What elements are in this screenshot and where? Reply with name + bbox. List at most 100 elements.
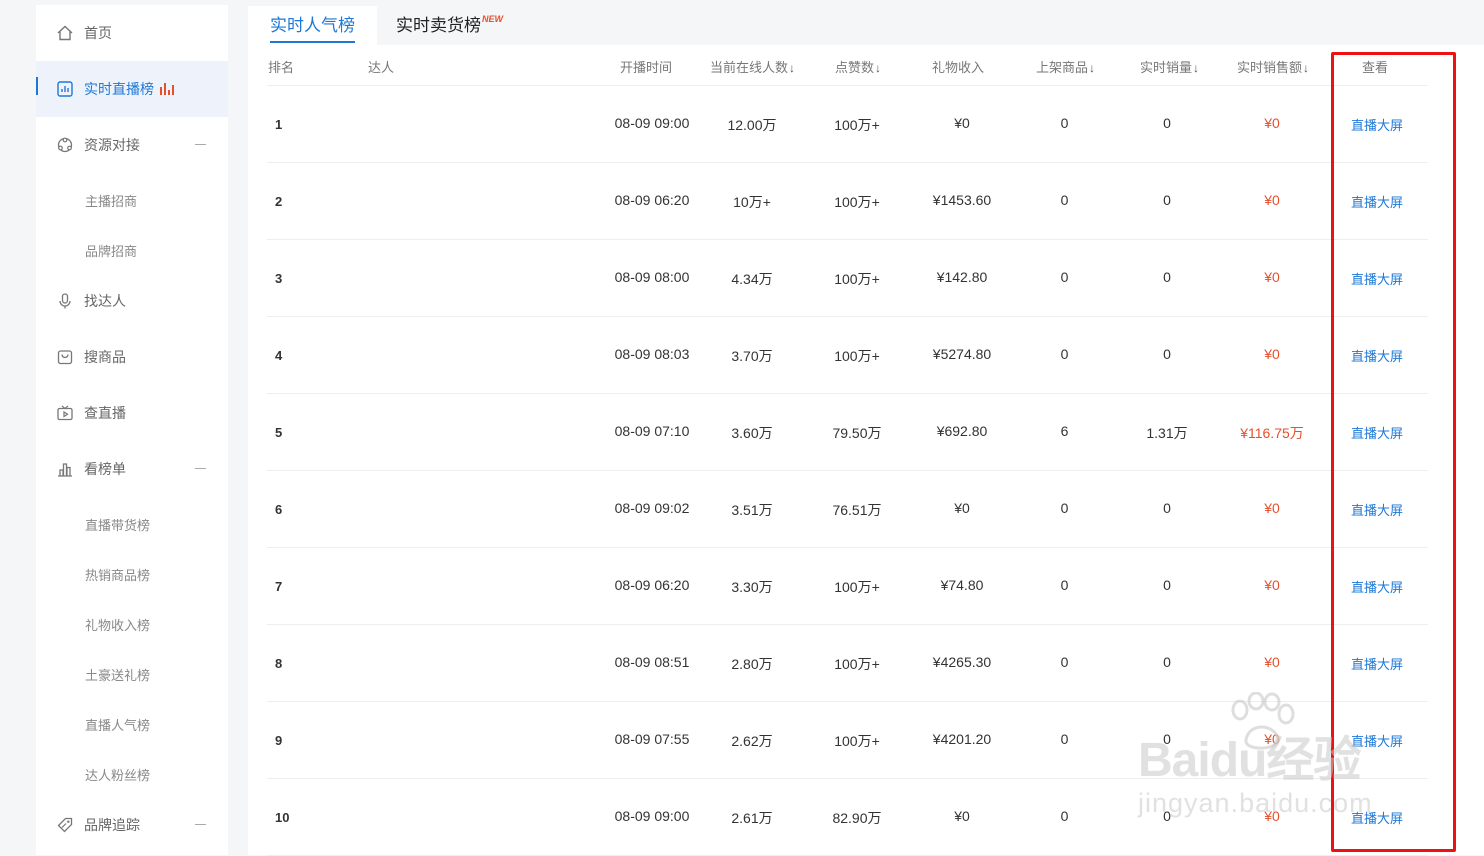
sidebar-subitem[interactable]: 品牌招商: [36, 230, 228, 270]
sidebar-item-brand-track[interactable]: 品牌追踪: [36, 797, 228, 853]
sidebar-item-label: 查直播: [84, 405, 126, 421]
amount-cell: ¥0: [1264, 269, 1280, 285]
amount-cell: ¥0: [1264, 192, 1280, 208]
table-row: 6 08-09 09:02 3.51万 76.51万 ¥0 0 0 ¥0 直播大…: [267, 470, 1428, 548]
gift-cell: ¥4201.20: [932, 731, 992, 747]
collapse-icon[interactable]: [195, 144, 206, 145]
likes-cell: 100万+: [834, 348, 880, 364]
sidebar: 首页 实时直播榜 资源对接 主播招商 品牌招商 找达人 搜商品 查直播 看榜单 …: [36, 5, 228, 855]
likes-cell: 100万+: [834, 117, 880, 133]
sidebar-item-label: 首页: [84, 25, 112, 41]
sales-cell: 0: [1163, 346, 1171, 362]
rank-cell: 7: [275, 579, 283, 594]
time-cell: 08-09 07:55: [614, 731, 690, 747]
sidebar-item-home[interactable]: 首页: [36, 5, 228, 61]
sales-cell: 0: [1163, 654, 1171, 670]
new-badge: NEW: [482, 14, 503, 24]
time-cell: 08-09 09:02: [614, 500, 690, 516]
table-row: 5 08-09 07:10 3.60万 79.50万 ¥692.80 6 1.3…: [267, 393, 1428, 471]
onshelf-cell: 0: [1060, 500, 1069, 516]
likes-cell: 100万+: [834, 194, 880, 210]
sort-down-icon[interactable]: ↓: [1089, 61, 1095, 75]
watermark-title: Baidu经验: [1138, 734, 1361, 787]
rank-cell: 2: [275, 194, 283, 209]
watermark-url: jingyan.baidu.com: [1138, 788, 1373, 818]
sidebar-item-search-goods[interactable]: 搜商品: [36, 329, 228, 385]
likes-cell: 79.50万: [832, 425, 882, 441]
amount-cell: ¥0: [1264, 115, 1280, 131]
time-cell: 08-09 09:00: [614, 115, 690, 131]
online-cell: 10万+: [733, 194, 771, 210]
sales-cell: 0: [1163, 115, 1171, 131]
hot-bars-icon: [160, 83, 174, 95]
header-rank: 排名: [268, 60, 295, 75]
header-sales[interactable]: 实时销量↓: [1140, 57, 1199, 76]
sales-cell: 0: [1163, 192, 1171, 208]
sales-cell: 0: [1163, 500, 1171, 516]
likes-cell: 76.51万: [832, 502, 882, 518]
table-row: 4 08-09 08:03 3.70万 100万+ ¥5274.80 0 0 ¥…: [267, 316, 1428, 394]
likes-cell: 100万+: [834, 579, 880, 595]
likes-cell: 100万+: [834, 733, 880, 749]
gift-cell: ¥5274.80: [932, 346, 992, 362]
rank-cell: 10: [275, 810, 290, 825]
sort-down-icon[interactable]: ↓: [875, 61, 881, 75]
tag-icon: [56, 816, 74, 834]
rank-cell: 1: [275, 117, 283, 132]
time-cell: 08-09 06:20: [614, 192, 690, 208]
sidebar-item-find-talent[interactable]: 找达人: [36, 273, 228, 329]
gift-cell: ¥1453.60: [932, 192, 992, 208]
sidebar-subitem[interactable]: 热销商品榜: [36, 554, 228, 594]
header-online[interactable]: 当前在线人数↓: [710, 57, 795, 76]
tab-realtime-sales[interactable]: 实时卖货榜NEW: [374, 6, 525, 45]
sort-down-icon[interactable]: ↓: [1303, 61, 1309, 75]
header-amount[interactable]: 实时销售额↓: [1237, 57, 1309, 76]
gift-cell: ¥4265.30: [932, 654, 992, 670]
sidebar-item-live-rank[interactable]: 实时直播榜: [36, 61, 228, 117]
sidebar-item-label: 资源对接: [84, 137, 140, 153]
rank-cell: 3: [275, 271, 283, 286]
likes-cell: 100万+: [834, 656, 880, 672]
time-cell: 08-09 08:00: [614, 269, 690, 285]
rank-cell: 6: [275, 502, 283, 517]
time-cell: 08-09 09:00: [614, 808, 690, 824]
time-cell: 08-09 08:51: [614, 654, 690, 670]
gift-cell: ¥692.80: [936, 423, 988, 439]
sidebar-subitem[interactable]: 达人粉丝榜: [36, 754, 228, 794]
sidebar-subitem[interactable]: 礼物收入榜: [36, 604, 228, 644]
sidebar-item-label: 实时直播榜: [84, 81, 154, 97]
resource-icon: [56, 136, 74, 154]
amount-cell: ¥0: [1264, 346, 1280, 362]
table-row: 1 08-09 09:00 12.00万 100万+ ¥0 0 0 ¥0 直播大…: [267, 85, 1428, 163]
amount-cell: ¥0: [1264, 577, 1280, 593]
tab-realtime-popularity[interactable]: 实时人气榜: [248, 6, 377, 45]
sidebar-subitem[interactable]: 直播带货榜: [36, 504, 228, 544]
header-likes[interactable]: 点赞数↓: [835, 57, 881, 76]
online-cell: 12.00万: [727, 117, 777, 133]
sidebar-subitem[interactable]: 主播招商: [36, 180, 228, 220]
collapse-icon[interactable]: [195, 468, 206, 469]
table-row: 2 08-09 06:20 10万+ 100万+ ¥1453.60 0 0 ¥0…: [267, 162, 1428, 240]
tab-label: 实时卖货榜: [396, 16, 481, 35]
onshelf-cell: 6: [1060, 423, 1069, 439]
gift-cell: ¥142.80: [936, 269, 988, 285]
time-cell: 08-09 07:10: [614, 423, 690, 439]
header-time: 开播时间: [620, 60, 673, 75]
sidebar-subitem[interactable]: 土豪送礼榜: [36, 654, 228, 694]
sidebar-item-rank-list[interactable]: 看榜单: [36, 441, 228, 497]
sidebar-subitem[interactable]: 直播人气榜: [36, 704, 228, 744]
onshelf-cell: 0: [1060, 808, 1069, 824]
sidebar-item-resource[interactable]: 资源对接: [36, 117, 228, 173]
sales-cell: 0: [1163, 269, 1171, 285]
onshelf-cell: 0: [1060, 731, 1069, 747]
home-icon: [56, 24, 74, 42]
onshelf-cell: 0: [1060, 115, 1069, 131]
sort-down-icon[interactable]: ↓: [789, 61, 795, 75]
sidebar-item-check-live[interactable]: 查直播: [36, 385, 228, 441]
table-row: 7 08-09 06:20 3.30万 100万+ ¥74.80 0 0 ¥0 …: [267, 547, 1428, 625]
header-onshelf[interactable]: 上架商品↓: [1036, 57, 1095, 76]
sort-down-icon[interactable]: ↓: [1193, 61, 1199, 75]
sales-cell: 1.31万: [1146, 425, 1188, 441]
collapse-icon[interactable]: [195, 824, 206, 825]
sidebar-item-label: 品牌追踪: [84, 817, 140, 833]
